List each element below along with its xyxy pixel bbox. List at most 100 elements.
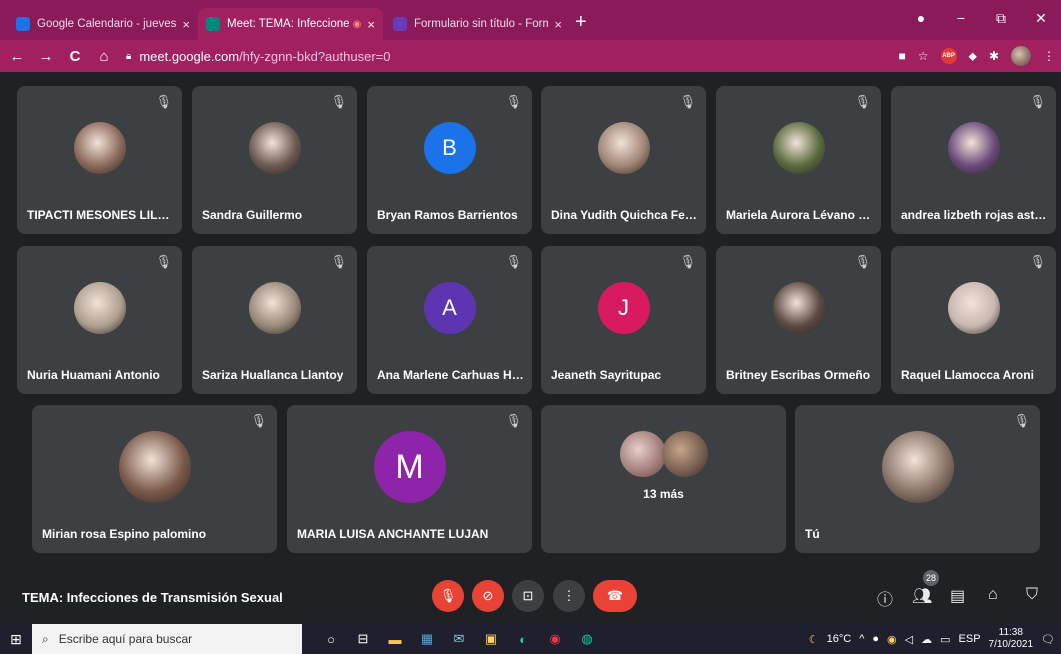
windows-start-icon[interactable]: ⊞ (0, 631, 32, 648)
system-tray: ☾ 16°C ^ ● ◉ ◁ ☁ ▭ ESP 11:38 7/10/2021 🗨… (809, 624, 1055, 654)
close-tab-icon[interactable]: × (554, 17, 562, 32)
participant-photo-avatar (73, 122, 126, 174)
participant-photo-avatar (248, 122, 301, 174)
participant-photo-avatar (597, 122, 650, 174)
participant-name: Britney Escribas Ormeño (726, 368, 871, 382)
file-explorer-icon[interactable]: ▬ (386, 632, 404, 647)
info-button[interactable]: ⓘ (877, 586, 893, 610)
edge-icon[interactable]: ◐ (514, 632, 532, 647)
notifications-icon[interactable]: 🗨︎ (1041, 633, 1055, 646)
participant-avatar (661, 431, 708, 477)
back-button[interactable]: ← (5, 48, 29, 65)
mail-icon[interactable]: ✉ (450, 631, 468, 647)
adblock-icon[interactable]: ABP (940, 48, 957, 64)
forward-button[interactable]: → (34, 48, 58, 65)
close-tab-icon[interactable]: × (367, 17, 375, 32)
weather-temp[interactable]: 16°C (827, 633, 852, 645)
activities-button[interactable]: ⌂ (988, 586, 998, 604)
calendar-app-icon[interactable]: ▦ (418, 631, 436, 647)
participant-tile[interactable]: 🎙︎ Sariza Huallanca Llantoy (192, 246, 357, 394)
mic-off-icon: 🎙︎ (679, 254, 696, 269)
leave-call-button[interactable]: ☎︎ (593, 580, 637, 612)
profile-avatar[interactable] (1011, 46, 1031, 66)
volume-icon[interactable]: ◁ (905, 633, 913, 646)
search-icon: ⌕ (42, 631, 49, 646)
host-controls-button[interactable]: ⛉ (1026, 586, 1038, 604)
participant-tile[interactable]: 🎙︎ Nuria Huamani Antonio (17, 246, 182, 394)
battery-icon[interactable]: ▭ (940, 633, 950, 646)
participant-tile[interactable]: 🎙︎ Britney Escribas Ormeño (716, 246, 881, 394)
puzzle-extensions-icon[interactable]: ✱ (989, 49, 999, 63)
menu-icon[interactable]: ⋮ (1043, 49, 1055, 63)
more-options-button[interactable]: ⋮ (553, 580, 585, 612)
tab-forms[interactable]: Formulario sin título - Formulario × (385, 8, 570, 40)
participant-tile[interactable]: 🎙︎ M MARIA LUISA ANCHANTE LUJAN (287, 405, 532, 553)
participant-tile[interactable]: 🎙︎ TIPACTI MESONES LILA PA... (17, 86, 182, 234)
show-hidden-icons-icon[interactable]: ^ (859, 633, 864, 645)
tray-app-icon[interactable]: ● (872, 633, 879, 645)
participant-initial-avatar: J (597, 282, 650, 334)
participant-tile[interactable]: 🎙︎ B Bryan Ramos Barrientos (367, 86, 532, 234)
mic-off-icon: 🎙︎ (854, 254, 871, 269)
camera-indicator-icon[interactable]: ■ (899, 49, 906, 63)
participant-name: Bryan Ramos Barrientos (377, 208, 518, 222)
task-view-icon[interactable]: ⊟ (354, 631, 372, 647)
mic-off-icon: 🎙︎ (1029, 94, 1046, 109)
network-icon[interactable]: ☁ (921, 633, 932, 646)
browser-toolbar: ← → C ⌂ 🔒︎ meet.google.com/hfy-zgnn-bkd?… (0, 40, 1061, 72)
participant-name: TIPACTI MESONES LILA PA... (27, 208, 176, 222)
tray-norton-icon[interactable]: ◉ (887, 633, 897, 646)
taskbar-clock[interactable]: 11:38 7/10/2021 (989, 627, 1034, 651)
reload-button[interactable]: C (63, 48, 87, 65)
taskbar-search-input[interactable]: ⌕ Escribe aquí para buscar (32, 624, 302, 654)
participant-tile[interactable]: 🎙︎ Mariela Aurora Lévano Ca... (716, 86, 881, 234)
participant-name: Raquel Llamocca Aroni (901, 368, 1034, 382)
tab-title: Meet: TEMA: Infecciones de (227, 18, 349, 30)
cortana-icon[interactable]: ○ (322, 632, 340, 647)
restore-button[interactable]: ⧉ (981, 4, 1021, 32)
participant-tile[interactable]: 🎙︎ Dina Yudith Quichca Felices (541, 86, 706, 234)
present-button[interactable]: ⊡ (512, 580, 544, 612)
participant-tile[interactable]: 🎙︎ Mirian rosa Espino palomino (32, 405, 277, 553)
participant-initial-avatar: B (423, 122, 476, 174)
profile-icon[interactable]: ● (901, 4, 941, 32)
mic-off-icon: 🎙︎ (330, 254, 347, 269)
participant-tile[interactable]: 🎙︎ J Jeaneth Sayritupac (541, 246, 706, 394)
store-icon[interactable]: ▣ (482, 631, 500, 647)
participant-tile[interactable]: 🎙︎ A Ana Marlene Carhuas Hua... (367, 246, 532, 394)
tab-google-calendar[interactable]: Google Calendario - jueves, 7 oct × (8, 8, 198, 40)
camera-toggle-button[interactable]: ⊘ (472, 580, 504, 612)
close-window-button[interactable]: ✕ (1021, 4, 1061, 32)
participant-name: Tú (805, 527, 820, 541)
participant-tile[interactable]: 🎙︎ andrea lizbeth rojas astoc... (891, 86, 1056, 234)
home-button[interactable]: ⌂ (92, 48, 116, 65)
lock-icon: 🔒︎ (126, 50, 132, 62)
participant-name: Sariza Huallanca Llantoy (202, 368, 344, 382)
participant-tile[interactable]: 🎙︎ Tú (795, 405, 1040, 553)
participant-avatar (619, 431, 666, 477)
close-tab-icon[interactable]: × (182, 17, 190, 32)
tab-title: Formulario sin título - Formulario (414, 18, 549, 30)
chrome-profile-icon[interactable]: ◍ (578, 631, 596, 647)
extension-icon[interactable]: ⬥ (969, 49, 977, 64)
mic-off-icon: 🎙︎ (854, 94, 871, 109)
new-tab-button[interactable]: + (575, 12, 587, 32)
language-indicator[interactable]: ESP (959, 633, 981, 645)
tab-meet[interactable]: Meet: TEMA: Infecciones de ◉ × (198, 8, 383, 40)
participant-tile[interactable]: 13 más (541, 405, 786, 553)
participant-tile[interactable]: 🎙︎ Sandra Guillermo (192, 86, 357, 234)
bookmark-star-icon[interactable]: ☆ (918, 49, 929, 63)
chrome-icon[interactable]: ◉ (546, 631, 564, 647)
participant-name: Nuria Huamani Antonio (27, 368, 160, 382)
participant-tile[interactable]: 🎙︎ Raquel Llamocca Aroni (891, 246, 1056, 394)
people-button[interactable]: 👥︎ (912, 586, 932, 606)
browser-tab-strip: Google Calendario - jueves, 7 oct × Meet… (0, 0, 1061, 40)
participant-initial-avatar: M (373, 431, 446, 503)
mic-off-icon: 🎙︎ (155, 254, 172, 269)
address-bar[interactable]: 🔒︎ meet.google.com/hfy-zgnn-bkd?authuser… (126, 49, 390, 64)
calendar-favicon-icon (16, 17, 30, 31)
minimize-button[interactable]: − (941, 4, 981, 32)
chat-button[interactable]: ▤ (950, 586, 965, 606)
participant-photo-avatar (772, 282, 825, 334)
mic-toggle-button[interactable]: 🎙︎ (432, 580, 464, 612)
